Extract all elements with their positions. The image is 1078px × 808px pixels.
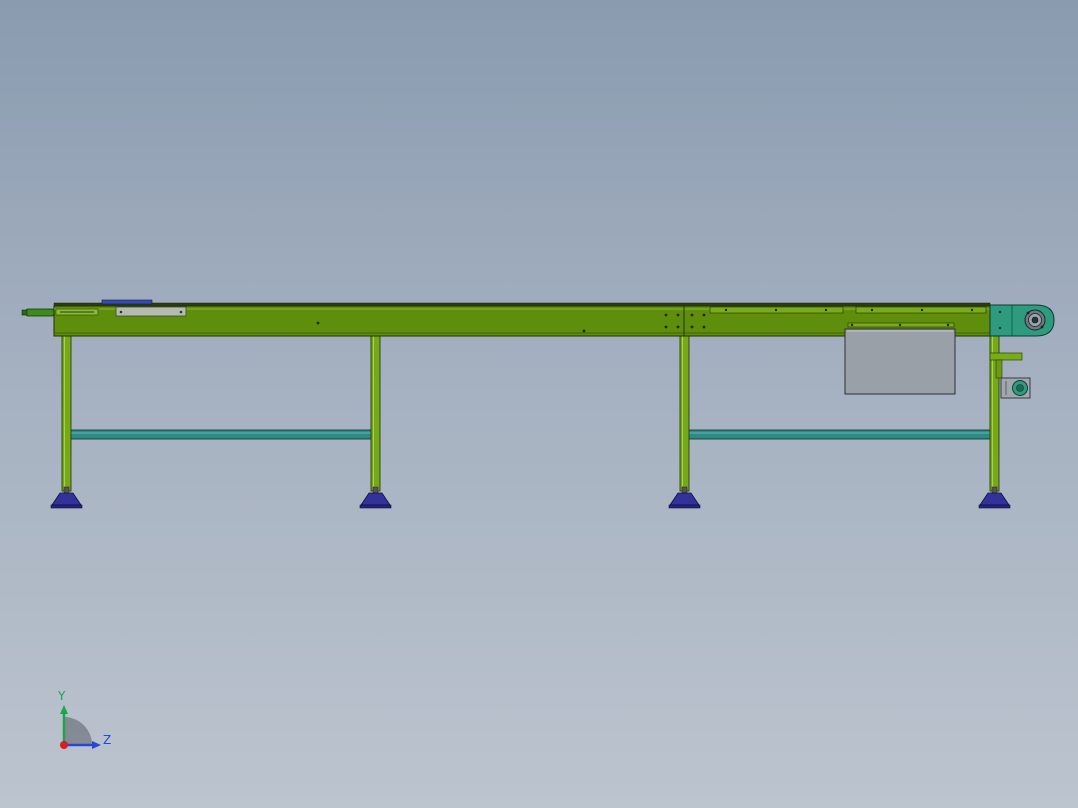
conveyor-model[interactable]: Y Z xyxy=(0,0,1078,808)
head-pulley-housing xyxy=(989,304,1055,337)
cad-viewport[interactable]: Y Z xyxy=(0,0,1078,808)
drive-motor-icon xyxy=(1000,377,1031,399)
foot-4 xyxy=(978,486,1011,509)
axis-z-label: Z xyxy=(103,733,111,747)
crossbar-left xyxy=(69,429,373,440)
head-pulley-icon xyxy=(1024,309,1046,331)
foot-3 xyxy=(668,486,701,509)
axis-y-label: Y xyxy=(57,689,66,703)
control-box xyxy=(844,328,956,395)
crossbar-right xyxy=(687,429,993,440)
leg-1 xyxy=(61,335,72,492)
leg-3 xyxy=(679,335,690,492)
foot-2 xyxy=(359,486,392,509)
foot-1 xyxy=(50,486,83,509)
coordinate-triad-icon[interactable]: Y Z xyxy=(57,689,111,749)
leg-2 xyxy=(370,335,381,492)
